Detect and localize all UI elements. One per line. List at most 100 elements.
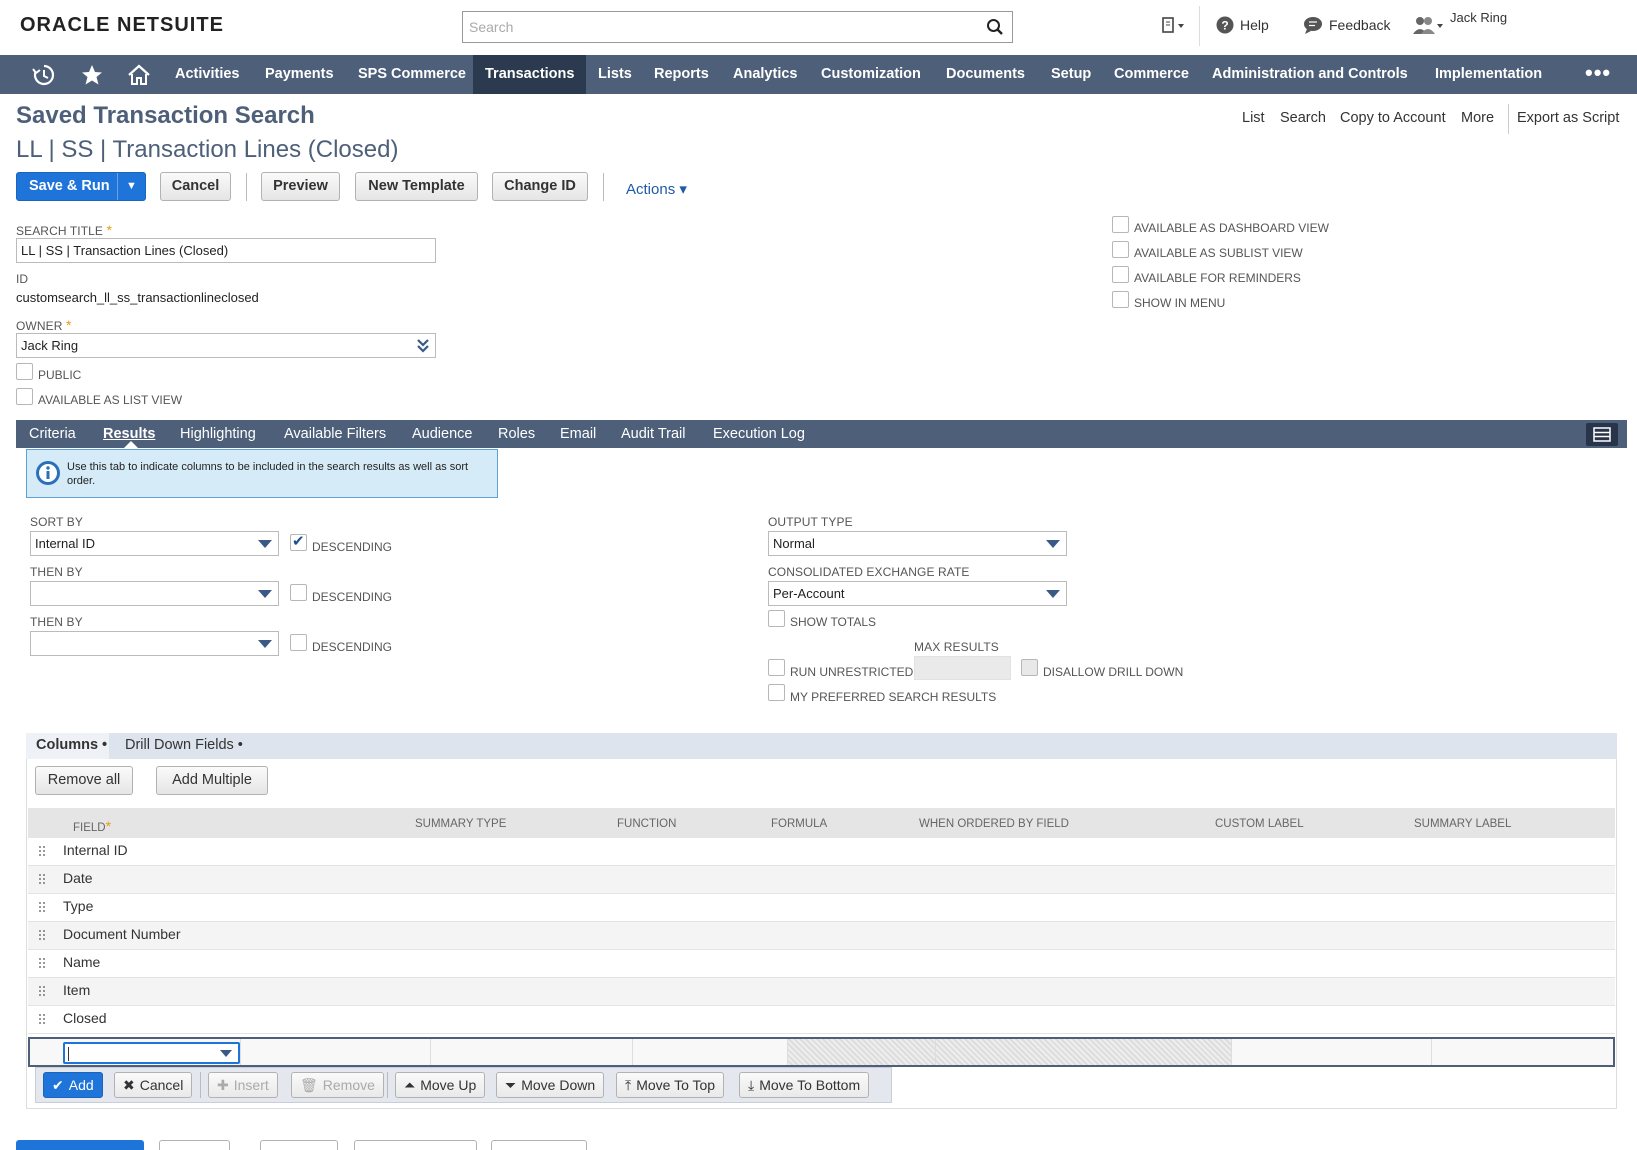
tab-criteria[interactable]: Criteria (29, 420, 76, 448)
available-as-list-view-checkbox[interactable] (16, 388, 33, 405)
nav-reports[interactable]: Reports (642, 55, 721, 94)
show-in-menu-checkbox[interactable] (1112, 291, 1129, 308)
exchange-rate-select[interactable]: Per-Account (768, 581, 1067, 606)
drag-handle-icon[interactable] (38, 901, 46, 913)
nav-administration[interactable]: Administration and Controls (1200, 55, 1420, 94)
nav-activities[interactable]: Activities (163, 55, 251, 94)
formula-cell[interactable] (632, 1039, 787, 1065)
nav-more-icon[interactable]: ••• (1585, 55, 1611, 94)
descending-checkbox-3[interactable] (290, 634, 307, 651)
sort-by-select[interactable]: Internal ID (30, 531, 279, 556)
search-title-input[interactable]: LL | SS | Transaction Lines (Closed) (16, 238, 436, 263)
home-icon[interactable] (127, 63, 151, 87)
descending-checkbox-1[interactable] (290, 532, 307, 551)
summary-type-cell[interactable] (240, 1039, 430, 1065)
table-row[interactable]: Closed (28, 1006, 1615, 1034)
move-up-button[interactable]: ⏶ Move Up (395, 1072, 486, 1098)
summary-label-cell[interactable] (1431, 1039, 1613, 1065)
save-options-caret-icon[interactable]: ▼ (117, 173, 145, 200)
drag-handle-icon[interactable] (38, 1013, 46, 1025)
tab-audit-trail[interactable]: Audit Trail (621, 420, 685, 448)
disallow-drill-down-checkbox[interactable] (1021, 659, 1038, 676)
favorites-star-icon[interactable] (80, 63, 104, 87)
nav-commerce[interactable]: Commerce (1102, 55, 1201, 94)
new-field-select[interactable] (63, 1042, 240, 1064)
user-menu[interactable] (1411, 14, 1445, 36)
nav-analytics[interactable]: Analytics (721, 55, 809, 94)
preview-button[interactable]: Preview (261, 172, 340, 201)
nav-lists[interactable]: Lists (586, 55, 644, 94)
move-down-button[interactable]: ⏷ Move Down (496, 1072, 605, 1098)
preferred-results-checkbox[interactable] (768, 684, 785, 701)
drag-handle-icon[interactable] (38, 873, 46, 885)
nav-implementation[interactable]: Implementation (1423, 55, 1554, 94)
double-chevron-down-icon[interactable] (417, 339, 429, 353)
descending-checkbox-2[interactable] (290, 584, 307, 601)
function-cell[interactable] (430, 1039, 632, 1065)
show-totals-checkbox[interactable] (768, 610, 785, 627)
table-row[interactable]: Type (28, 894, 1615, 922)
nav-customization[interactable]: Customization (809, 55, 933, 94)
table-row[interactable]: Name (28, 950, 1615, 978)
public-checkbox[interactable] (16, 363, 33, 380)
remove-line-button[interactable]: 🗑 Remove (291, 1072, 384, 1098)
bottom-new-template-button[interactable] (354, 1140, 477, 1150)
bottom-cancel-button[interactable] (159, 1140, 230, 1150)
move-to-bottom-button[interactable]: ⤓ Move To Bottom (739, 1072, 870, 1098)
export-as-script-link[interactable]: Export as Script (1517, 110, 1619, 126)
drag-handle-icon[interactable] (38, 957, 46, 969)
bottom-change-id-button[interactable] (491, 1140, 587, 1150)
remove-all-button[interactable]: Remove all (35, 766, 133, 795)
cancel-button[interactable]: Cancel (160, 172, 231, 201)
tab-audience[interactable]: Audience (412, 420, 472, 448)
recent-history-icon[interactable] (32, 63, 56, 87)
save-and-run-button[interactable]: Save & Run ▼ (16, 172, 146, 201)
insert-line-button[interactable]: ✚ Insert (208, 1072, 278, 1098)
add-line-button[interactable]: ✔ Add (43, 1072, 103, 1098)
actions-menu[interactable]: Actions ▾ (626, 180, 687, 198)
reminders-checkbox[interactable] (1112, 266, 1129, 283)
feedback-link[interactable]: Feedback (1303, 16, 1390, 34)
netsuite-logo[interactable]: ORACLE NETSUITE (20, 14, 224, 37)
table-row[interactable]: Document Number (28, 922, 1615, 950)
recent-records-menu[interactable] (1160, 16, 1186, 36)
nav-payments[interactable]: Payments (253, 55, 346, 94)
bottom-preview-button[interactable] (260, 1140, 338, 1150)
bottom-save-and-run-button[interactable] (16, 1140, 144, 1150)
tab-available-filters[interactable]: Available Filters (284, 420, 386, 448)
custom-label-cell[interactable] (1231, 1039, 1431, 1065)
tab-execution-log[interactable]: Execution Log (713, 420, 805, 448)
user-name[interactable]: Jack Ring (1450, 10, 1507, 25)
add-multiple-button[interactable]: Add Multiple (156, 766, 268, 795)
table-row[interactable]: Date (28, 866, 1615, 894)
table-row[interactable]: Internal ID (28, 838, 1615, 866)
cancel-line-button[interactable]: ✖ Cancel (114, 1072, 193, 1098)
help-link[interactable]: ? Help (1216, 16, 1269, 34)
global-search-input[interactable] (463, 12, 963, 42)
more-link[interactable]: More (1461, 110, 1494, 126)
then-by-select-2[interactable] (30, 631, 279, 656)
drag-handle-icon[interactable] (38, 845, 46, 857)
copy-to-account-link[interactable]: Copy to Account (1340, 110, 1446, 126)
dashboard-view-checkbox[interactable] (1112, 216, 1129, 233)
drag-handle-icon[interactable] (38, 929, 46, 941)
nav-transactions[interactable]: Transactions (473, 55, 586, 94)
search-icon[interactable] (986, 18, 1004, 36)
nav-sps-commerce[interactable]: SPS Commerce (346, 55, 478, 94)
change-id-button[interactable]: Change ID (492, 172, 588, 201)
max-results-input[interactable] (914, 656, 1011, 680)
then-by-select-1[interactable] (30, 581, 279, 606)
tab-drill-down-fields[interactable]: Drill Down Fields • (125, 737, 243, 753)
tab-email[interactable]: Email (560, 420, 596, 448)
tab-highlighting[interactable]: Highlighting (180, 420, 256, 448)
output-type-select[interactable]: Normal (768, 531, 1067, 556)
nav-documents[interactable]: Documents (934, 55, 1037, 94)
move-to-top-button[interactable]: ⤒ Move To Top (616, 1072, 725, 1098)
nav-setup[interactable]: Setup (1039, 55, 1103, 94)
tab-layout-toggle[interactable] (1586, 423, 1618, 446)
owner-select[interactable]: Jack Ring (16, 333, 436, 358)
tab-roles[interactable]: Roles (498, 420, 535, 448)
run-unrestricted-checkbox[interactable] (768, 659, 785, 676)
table-row[interactable]: Item (28, 978, 1615, 1006)
tab-columns[interactable]: Columns • (36, 737, 107, 753)
